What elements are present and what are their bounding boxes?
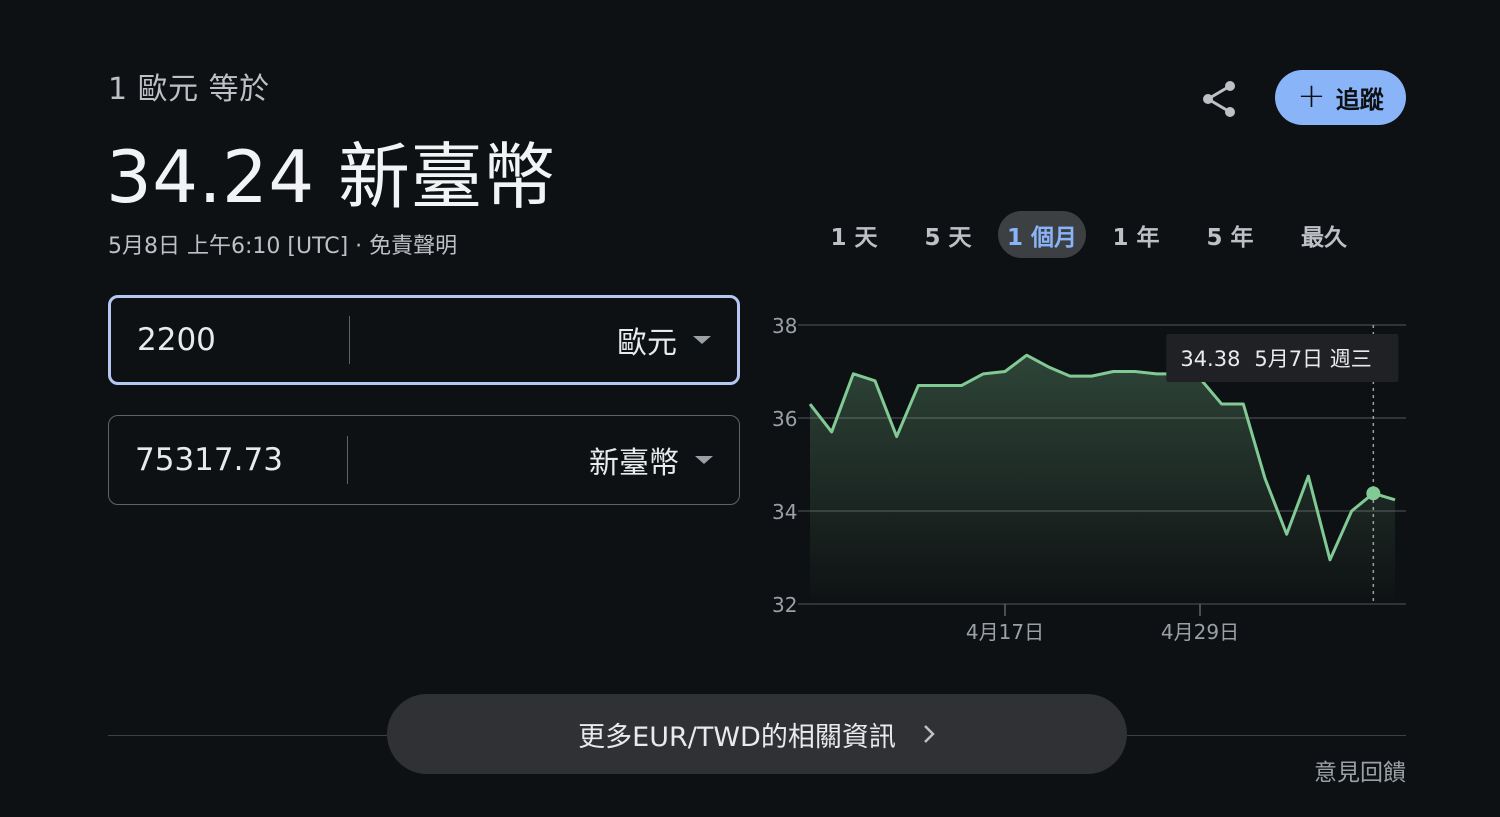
follow-label: 追蹤 (1335, 86, 1384, 114)
highlight-point (1366, 486, 1381, 501)
share-button[interactable] (1196, 76, 1242, 122)
more-info-label: 更多EUR/TWD的相關資訊 (578, 721, 896, 753)
y-tick-label: 38 (772, 314, 797, 338)
share-icon (1203, 81, 1235, 117)
range-tab-max[interactable]: 最久 (1280, 211, 1368, 258)
exchange-rate-chart[interactable]: 38 36 34 32 4月17日 4月29日 34.38 5月7日 週三 (760, 300, 1420, 650)
y-tick-label: 32 (772, 593, 797, 617)
to-currency-select[interactable]: 新臺幣 (348, 438, 739, 482)
follow-button[interactable]: + 追蹤 (1275, 70, 1406, 125)
to-amount-input[interactable]: 75317.73 (109, 442, 347, 478)
disclaimer-link[interactable]: 免責聲明 (369, 234, 457, 259)
range-tab-1y[interactable]: 1 年 (1092, 211, 1180, 258)
more-info-button[interactable]: 更多EUR/TWD的相關資訊 (387, 694, 1127, 774)
exchange-rate: 34.24 新臺幣 (106, 135, 556, 219)
range-tab-1m[interactable]: 1 個月 (998, 211, 1086, 258)
rate-timestamp: 5月8日 上午6:10 [UTC] (108, 234, 349, 259)
to-currency-box[interactable]: 75317.73 新臺幣 (108, 415, 740, 505)
currency-converter-card: 1 歐元 等於 34.24 新臺幣 5月8日 上午6:10 [UTC] · 免責… (0, 0, 1500, 817)
tooltip-value: 34.38 (1180, 347, 1240, 371)
caret-down-icon (695, 456, 713, 464)
y-tick-label: 36 (772, 407, 797, 431)
from-amount-input[interactable]: 2200 (111, 322, 349, 358)
y-tick-label: 34 (772, 500, 797, 524)
x-tick-label: 4月17日 (966, 620, 1044, 644)
from-currency-label: 歐元 (617, 326, 677, 361)
range-tab-1d[interactable]: 1 天 (810, 211, 898, 258)
to-currency-label: 新臺幣 (589, 446, 679, 481)
range-tabs: 1 天 5 天 1 個月 1 年 5 年 最久 (810, 211, 1410, 258)
caret-down-icon (693, 336, 711, 344)
rate-meta: 5月8日 上午6:10 [UTC] · 免責聲明 (108, 228, 457, 260)
range-tab-5d[interactable]: 5 天 (904, 211, 992, 258)
from-currency-box[interactable]: 2200 歐元 (108, 295, 740, 385)
tooltip-date: 5月7日 週三 (1254, 347, 1371, 371)
feedback-link[interactable]: 意見回饋 (1314, 753, 1406, 787)
rate-subtitle: 1 歐元 等於 (108, 72, 270, 107)
meta-separator: · (348, 234, 370, 259)
footer-divider-left (108, 735, 387, 736)
range-tab-5y[interactable]: 5 年 (1186, 211, 1274, 258)
plus-icon: + (1297, 76, 1326, 116)
from-currency-select[interactable]: 歐元 (350, 318, 737, 362)
chevron-right-icon (923, 725, 935, 743)
x-tick-label: 4月29日 (1161, 620, 1239, 644)
footer-divider-right (1127, 735, 1406, 736)
